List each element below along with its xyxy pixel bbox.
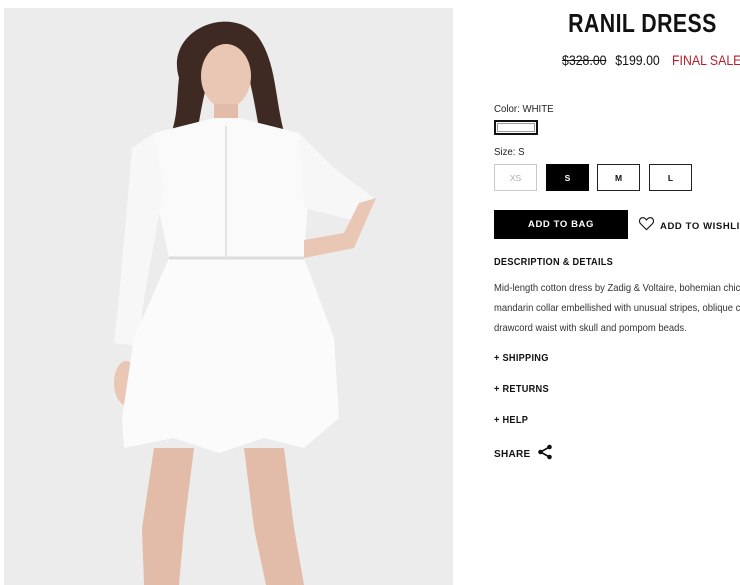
size-option-s[interactable]: S	[546, 164, 589, 191]
size-option-label: S	[564, 172, 571, 183]
share-label: SHARE	[494, 449, 531, 460]
help-accordion[interactable]: + HELP	[494, 415, 528, 426]
product-image[interactable]	[4, 8, 453, 585]
product-photo-illustration	[4, 8, 453, 585]
description-heading: DESCRIPTION & DETAILS	[494, 257, 614, 268]
size-option-label: M	[614, 172, 623, 183]
size-option-l[interactable]: L	[649, 164, 692, 191]
description-line: Mid-length cotton dress by Zadig & Volta…	[494, 282, 740, 294]
description-line: drawcord waist with skull and pompom bea…	[494, 322, 687, 334]
size-option-xs[interactable]: XS	[494, 164, 537, 191]
share-button[interactable]: SHARE	[494, 444, 553, 465]
size-option-m[interactable]: M	[597, 164, 640, 191]
size-option-label: L	[667, 172, 674, 183]
product-title: RANIL DRESS	[568, 8, 717, 38]
description-line: mandarin collar embellished with unusual…	[494, 302, 740, 314]
final-sale-badge: FINAL SALE	[672, 52, 740, 68]
add-to-bag-button[interactable]: ADD TO BAG	[494, 210, 628, 239]
returns-accordion[interactable]: + RETURNS	[494, 384, 549, 395]
size-option-label: XS	[509, 172, 522, 183]
add-to-bag-label: ADD TO BAG	[528, 219, 594, 230]
add-to-wishlist-button[interactable]: ADD TO WISHLIST	[638, 216, 740, 236]
size-label: Size: S	[494, 146, 525, 158]
color-label: Color: WHITE	[494, 103, 554, 115]
sale-price: $199.00	[615, 52, 660, 68]
color-swatch-white[interactable]	[494, 120, 538, 135]
share-nodes-icon	[537, 444, 553, 465]
shipping-accordion[interactable]: + SHIPPING	[494, 353, 549, 364]
add-to-wishlist-label: ADD TO WISHLIST	[660, 220, 740, 232]
heart-outline-icon	[638, 216, 655, 236]
description-text: Mid-length cotton dress by Zadig & Volta…	[494, 278, 740, 338]
price-row: $328.00 $199.00 FINAL SALE	[562, 52, 740, 68]
original-price: $328.00	[562, 52, 607, 68]
